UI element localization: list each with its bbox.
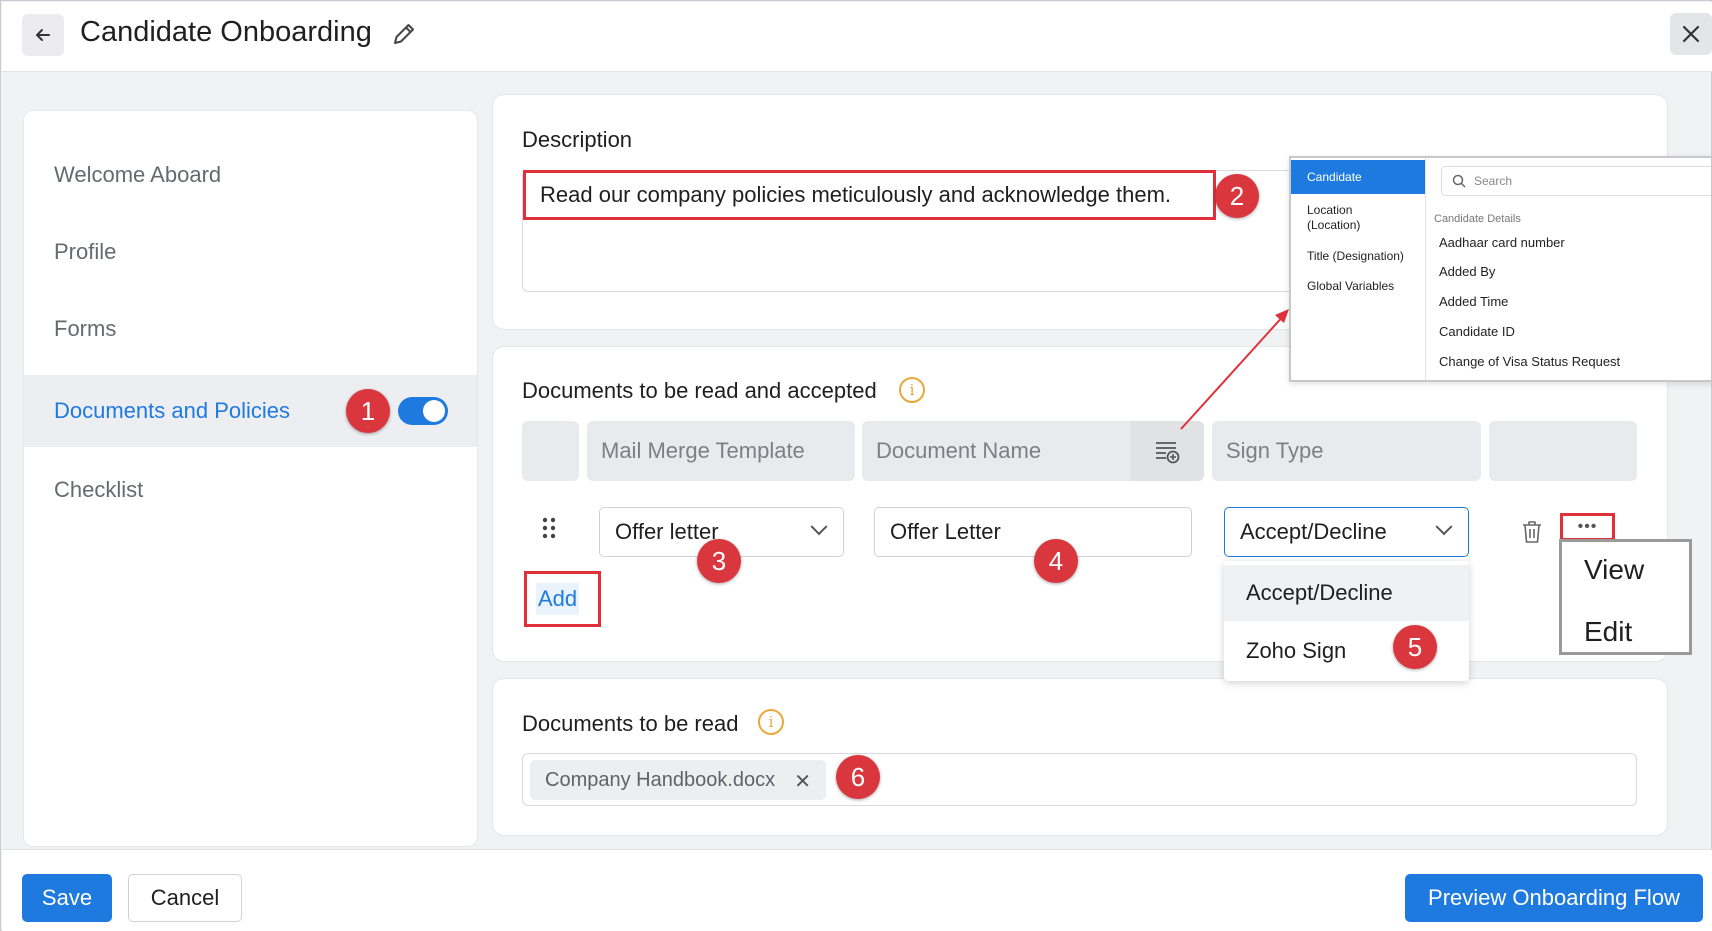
drag-handle-icon[interactable] xyxy=(541,516,557,540)
description-title: Description xyxy=(522,127,633,152)
arrow-left-icon xyxy=(36,29,50,41)
sidebar-item-welcome-aboard[interactable]: Welcome Aboard xyxy=(24,139,477,211)
category-location[interactable]: Location (Location) xyxy=(1291,203,1401,233)
sidebar-item-label: Welcome Aboard xyxy=(54,162,222,187)
file-chip-label: Company Handbook.docx xyxy=(545,768,776,791)
sidebar-item-checklist[interactable]: Checklist xyxy=(24,454,477,526)
sign-type-select[interactable]: Accept/Decline xyxy=(1224,507,1469,557)
file-chip: Company Handbook.docx ✕ xyxy=(530,760,826,800)
back-button[interactable] xyxy=(22,14,64,56)
category-global-variables[interactable]: Global Variables xyxy=(1291,279,1425,294)
callout-badge-3: 3 xyxy=(697,539,741,583)
search-placeholder: Search xyxy=(1474,174,1513,188)
column-header-template: Mail Merge Template xyxy=(587,421,855,481)
info-icon[interactable]: i xyxy=(758,709,784,735)
template-select-value: Offer letter xyxy=(615,519,719,544)
sidebar-item-label: Checklist xyxy=(54,477,144,502)
sidebar-item-label: Forms xyxy=(54,316,117,341)
remove-file-icon[interactable]: ✕ xyxy=(794,769,811,794)
sidebar-item-label: Documents and Policies xyxy=(54,398,291,423)
sign-type-option-accept-decline[interactable]: Accept/Decline xyxy=(1224,565,1469,621)
more-options-button[interactable]: ••• xyxy=(1560,513,1615,541)
sidebar-item-documents-and-policies[interactable]: Documents and Policies 1 xyxy=(24,375,477,447)
sign-type-dropdown: Accept/Decline Zoho Sign xyxy=(1224,561,1469,681)
app-frame: Candidate Onboarding Welcome Aboard Prof… xyxy=(0,0,1712,931)
search-icon xyxy=(1452,174,1466,188)
merge-field-item[interactable]: Aadhaar card number xyxy=(1439,235,1565,250)
callout-badge-1: 1 xyxy=(346,389,390,433)
category-title[interactable]: Title (Designation) xyxy=(1291,249,1425,264)
cancel-button[interactable]: Cancel xyxy=(128,874,242,922)
document-name-value: Offer Letter xyxy=(890,519,1001,544)
insert-field-icon xyxy=(1156,442,1180,464)
sidebar-item-profile[interactable]: Profile xyxy=(24,216,477,288)
sidebar-item-forms[interactable]: Forms xyxy=(24,293,477,365)
header: Candidate Onboarding xyxy=(2,2,1712,72)
column-header-handle xyxy=(522,421,579,481)
callout-badge-5: 5 xyxy=(1393,625,1437,669)
more-horizontal-icon: ••• xyxy=(1577,518,1598,535)
more-options-menu: View Edit xyxy=(1559,539,1692,655)
column-header-actions xyxy=(1489,421,1637,481)
chevron-down-icon xyxy=(810,518,828,536)
callout-badge-2: 2 xyxy=(1215,174,1259,218)
callout-badge-6: 6 xyxy=(836,755,880,799)
pencil-icon[interactable] xyxy=(390,20,418,48)
column-header-document-name: Document Name xyxy=(862,421,1204,481)
page-title: Candidate Onboarding xyxy=(80,16,372,48)
documents-read-title: Documents to be read xyxy=(522,711,739,736)
preview-onboarding-flow-button[interactable]: Preview Onboarding Flow xyxy=(1405,874,1703,922)
category-candidate[interactable]: Candidate xyxy=(1291,160,1425,194)
sidebar-item-label: Profile xyxy=(54,239,117,264)
merge-field-item[interactable]: Change of Visa Status Request xyxy=(1439,354,1620,369)
info-icon[interactable]: i xyxy=(899,377,925,403)
callout-badge-4: 4 xyxy=(1034,539,1078,583)
pointer-arrow xyxy=(1180,309,1289,430)
menu-item-edit[interactable]: Edit xyxy=(1584,616,1632,648)
merge-field-item[interactable]: Candidate ID xyxy=(1439,324,1515,339)
close-button[interactable] xyxy=(1670,13,1712,55)
document-name-input[interactable]: Offer Letter xyxy=(874,507,1192,557)
add-document-button[interactable]: Add xyxy=(524,571,601,627)
merge-field-item[interactable]: Added By xyxy=(1439,264,1495,279)
merge-field-item[interactable]: Added Time xyxy=(1439,294,1508,309)
save-button[interactable]: Save xyxy=(22,874,112,922)
add-label: Add xyxy=(536,583,580,615)
close-icon xyxy=(1682,25,1700,43)
merge-field-search[interactable]: Search xyxy=(1441,166,1711,196)
chevron-down-icon xyxy=(1435,518,1453,536)
footer: Save Cancel Preview Onboarding Flow xyxy=(2,849,1712,931)
enable-toggle[interactable] xyxy=(398,397,448,425)
documents-accept-title: Documents to be read and accepted xyxy=(522,378,877,403)
merge-field-popup: Candidate Location (Location) Title (Des… xyxy=(1289,156,1712,382)
menu-item-view[interactable]: View xyxy=(1584,554,1644,586)
column-header-label: Document Name xyxy=(876,438,1042,463)
sign-type-value: Accept/Decline xyxy=(1240,519,1387,544)
trash-icon[interactable] xyxy=(1520,519,1544,545)
sidebar: Welcome Aboard Profile Forms Documents a… xyxy=(23,110,478,847)
merge-field-group-label: Candidate Details xyxy=(1434,213,1521,225)
merge-field-categories: Candidate Location (Location) Title (Des… xyxy=(1291,158,1426,380)
description-text[interactable]: Read our company policies meticulously a… xyxy=(523,170,1216,220)
